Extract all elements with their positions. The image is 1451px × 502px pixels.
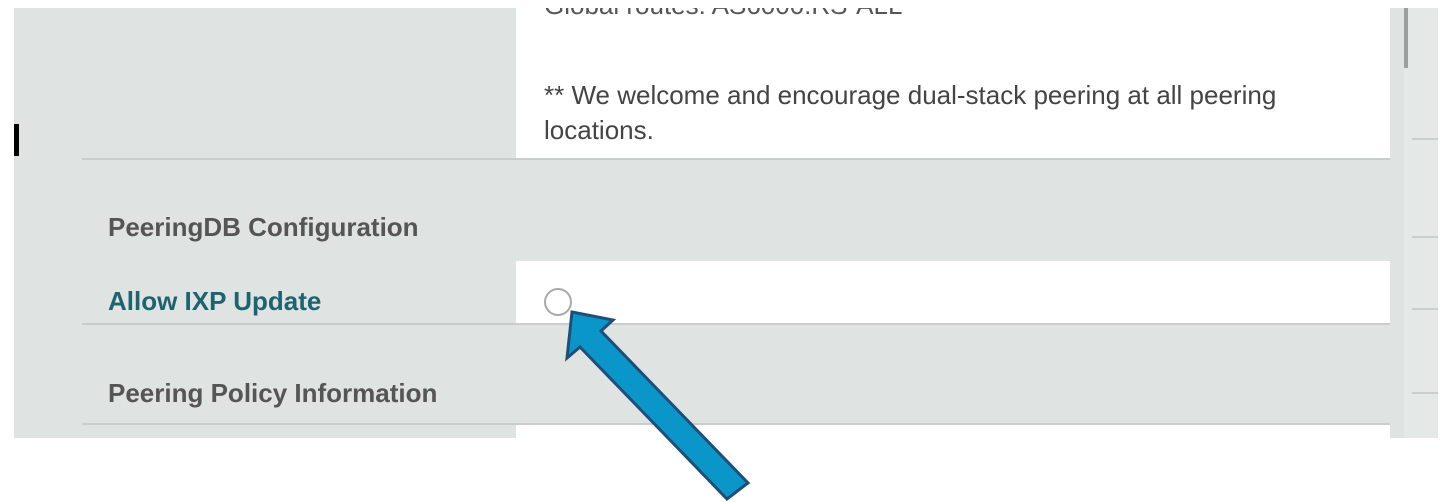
annotation-arrow-shape <box>565 310 751 502</box>
annotation-arrow-icon <box>565 310 751 502</box>
